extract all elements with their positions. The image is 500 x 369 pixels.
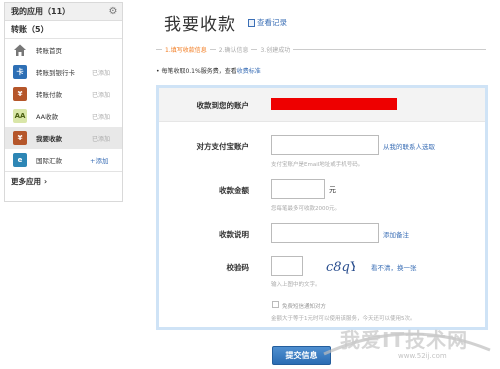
amount-hint: 您每笔最多可收款2000元。 [271,206,340,212]
amount-input[interactable] [271,179,325,199]
chevron-right-icon: › [44,176,48,186]
globe-icon: e [13,153,27,167]
captcha-text: c8qY [326,260,355,275]
transfer-section-title[interactable]: 转账（5） [5,21,122,39]
bank-card-icon: 卡 [13,65,27,79]
watermark-text: 我爱IT技术网 [340,328,469,352]
captcha-input[interactable] [271,256,303,276]
sidebar-item-receive[interactable]: ¥ 我要收款 已添加 [5,127,122,149]
receive-money-icon: ¥ [13,131,27,145]
sidebar-item-label: 国际汇款 [36,157,62,165]
payment-icon: ¥ [13,87,27,101]
aa-icon: AA [13,109,27,123]
more-apps-label: 更多应用 [11,176,41,186]
step-progress: 1.填写收款信息 2.确认信息 3.创建成功 [156,44,486,54]
home-icon [13,43,27,57]
document-icon [248,18,255,27]
amount-label: 收款金额 [219,186,249,195]
payer-account-input[interactable] [271,135,379,155]
captcha-image[interactable]: c8qY [325,257,360,275]
fee-standard-link[interactable]: 收费标准 [237,68,261,75]
amount-unit: 元 [329,186,336,194]
account-row: 收款到您的账户 [159,88,485,122]
sidebar-item-intl[interactable]: e 国际汇款 +添加 [5,149,122,171]
view-records-link[interactable]: 查看记录 [248,17,287,28]
sms-notify-label: 免费短信通知对方 [282,304,327,310]
account-redacted [271,98,397,110]
sidebar-item-transfer-pay[interactable]: ¥ 转账付款 已添加 [5,83,122,105]
captcha-hint: 输入上图中的文字。 [271,282,321,288]
step-line [209,48,216,50]
gear-icon[interactable]: ⚙ [108,6,118,17]
step-3: 3.创建成功 [260,46,291,54]
contacts-link[interactable]: 从我的联系人选取 [383,141,435,151]
captcha-label: 校验码 [226,263,250,272]
page-title: 我要收款 [164,15,236,35]
refresh-captcha-link[interactable]: 看不清，换一张 [371,262,417,272]
description-label: 收款说明 [219,230,249,239]
watermark-url: www.52ij.com [398,352,447,360]
step-2: 2.确认信息 [218,46,249,54]
site-watermark: 我爱IT技术网 www.52ij.com [318,320,496,366]
sms-notify-checkbox[interactable] [272,301,279,308]
account-label: 收款到您的账户 [196,101,250,110]
my-apps-title: 我的应用（11） [11,7,71,16]
sidebar-item-transfer-home[interactable]: 转账首页 [5,39,122,61]
added-status: 已添加 [92,69,111,77]
added-status: 已添加 [92,113,111,121]
view-records-label[interactable]: 查看记录 [257,17,287,28]
added-status: 已添加 [92,135,111,143]
sidebar-item-transfer-bank[interactable]: 卡 转账到银行卡 已添加 [5,61,122,83]
description-input[interactable] [271,223,379,243]
payer-hint: 支付宝账户是Email地址或手机号码。 [271,162,364,168]
receive-form: 收款到您的账户 对方支付宝账户 从我的联系人选取 支付宝账户是Email地址或手… [156,85,488,330]
step-line [293,48,486,50]
sidebar-item-aa[interactable]: AA AA收款 已添加 [5,105,122,127]
app-sidebar: 我的应用（11） ⚙ 转账（5） 转账首页 卡 转账到银行卡 已添加 ¥ 转账付… [4,2,123,202]
added-status: 已添加 [92,91,111,99]
step-1: 1.填写收款信息 [165,46,207,54]
my-apps-header: 我的应用（11） ⚙ [5,3,122,21]
sidebar-item-label: 转账首页 [36,47,62,55]
payer-label: 对方支付宝账户 [196,142,250,151]
step-line [156,48,162,50]
add-app-link[interactable]: +添加 [90,155,108,165]
step-line [251,48,258,50]
more-apps-link[interactable]: 更多应用 › [5,171,122,190]
fee-notice: • 每笔收取0.1%服务费，查看收费标准 [156,66,261,75]
add-note-link[interactable]: 添加备注 [383,229,409,239]
fee-notice-text: • 每笔收取0.1%服务费，查看 [156,68,237,75]
